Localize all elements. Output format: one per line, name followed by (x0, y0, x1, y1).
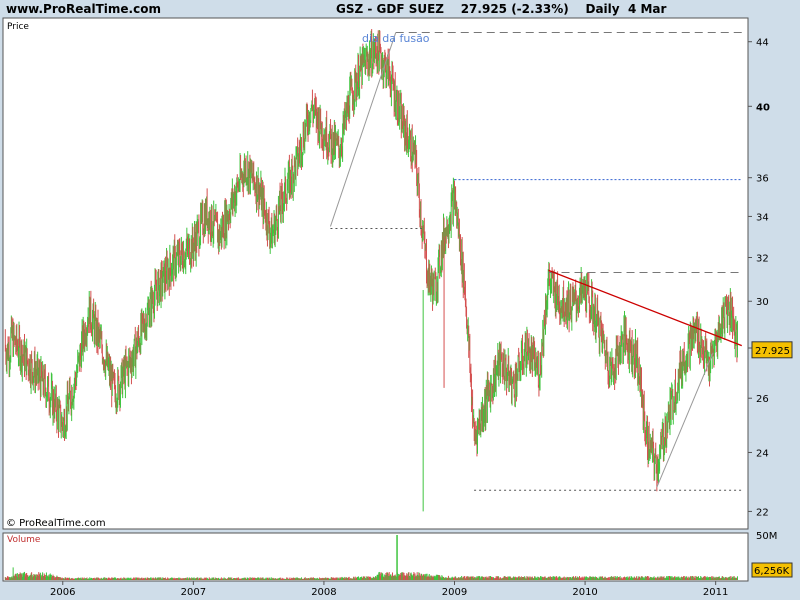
y-tick-label: 30 (756, 297, 769, 308)
x-tick-label: 2007 (181, 587, 206, 598)
price-panel-label: Price (7, 22, 29, 32)
chart-canvas[interactable]: Price Volume © ProRealTime.com 222426283… (0, 0, 800, 600)
y-tick-label: 34 (756, 212, 769, 223)
volume-panel[interactable] (2, 532, 749, 582)
y-tick-label: 24 (756, 448, 769, 459)
last-volume-label: 6,256K (754, 566, 790, 577)
x-tick-label: 2009 (442, 587, 467, 598)
y-tick-label: 26 (756, 394, 769, 405)
y-tick-label: 36 (756, 174, 769, 185)
copyright-label: © ProRealTime.com (6, 518, 106, 529)
price-panel[interactable] (2, 17, 749, 530)
fusion-annotation: dia da fusão (362, 32, 430, 45)
volume-panel-label: Volume (7, 535, 41, 545)
x-tick-label: 2006 (50, 587, 75, 598)
y-tick-label: 40 (756, 102, 770, 113)
x-tick-label: 2008 (311, 587, 336, 598)
x-tick-label: 2010 (572, 587, 597, 598)
y-tick-label: 32 (756, 254, 769, 265)
y-tick-label: 44 (756, 38, 769, 49)
volume-tick-label: 50M (756, 531, 777, 542)
last-price-label: 27.925 (755, 346, 790, 357)
y-tick-label: 22 (756, 507, 769, 518)
x-tick-label: 2011 (703, 587, 728, 598)
